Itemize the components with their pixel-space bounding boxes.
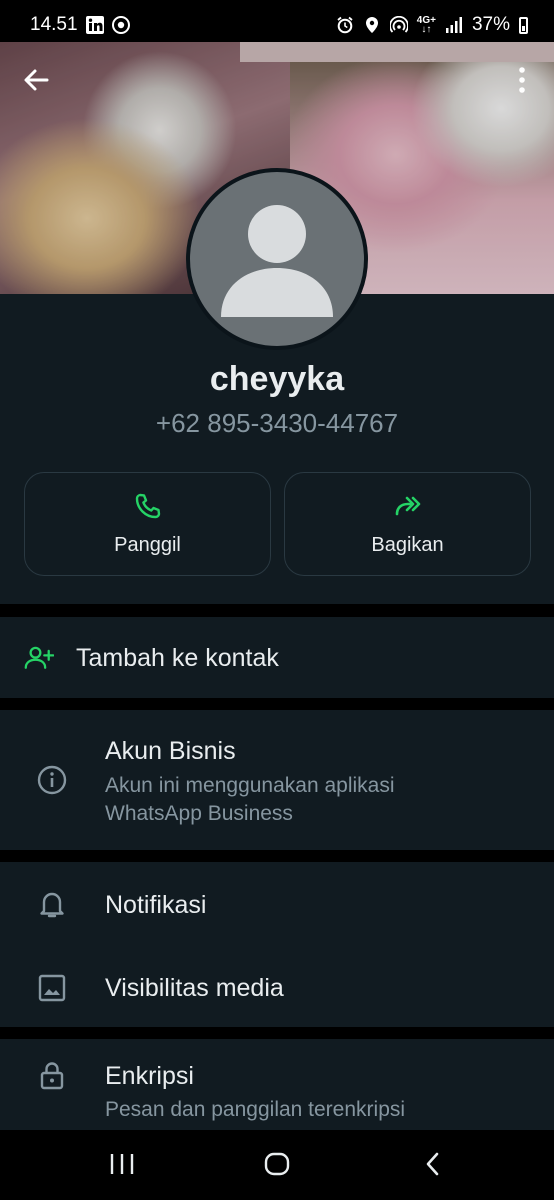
home-icon xyxy=(264,1152,290,1176)
home-button[interactable] xyxy=(252,1144,302,1184)
nav-back-button[interactable] xyxy=(408,1144,458,1184)
image-icon xyxy=(37,973,67,1003)
media-visibility-row[interactable]: Visibilitas media xyxy=(0,946,554,1027)
app-notification-icon xyxy=(111,16,130,34)
arrow-left-icon xyxy=(24,69,49,91)
encryption-row[interactable]: Enkripsi Pesan dan panggilan terenkripsi xyxy=(0,1039,554,1130)
network-type: 4G+ ↓↑ xyxy=(416,15,436,35)
contact-name: cheyyka xyxy=(209,360,345,398)
notifications-row[interactable]: Notifikasi xyxy=(0,862,554,946)
phone-icon xyxy=(135,493,160,518)
encryption-title: Enkripsi xyxy=(105,1062,194,1090)
share-button[interactable]: Bagikan xyxy=(284,472,531,576)
add-contact-row[interactable]: Tambah ke kontak xyxy=(0,617,554,698)
person-add-icon xyxy=(24,643,54,673)
chevron-left-icon xyxy=(426,1152,439,1176)
call-label: Panggil xyxy=(114,533,181,556)
battery-percent: 37% xyxy=(471,14,510,35)
hotspot-icon xyxy=(389,16,408,33)
alarm-icon xyxy=(337,16,353,34)
media-visibility-label: Visibilitas media xyxy=(105,974,284,1002)
business-title: Akun Bisnis xyxy=(105,737,236,765)
system-nav-bar xyxy=(0,1130,554,1200)
contact-phone: +62 895-3430-44767 xyxy=(155,408,399,438)
encryption-subtitle: Pesan dan panggilan terenkripsi xyxy=(105,1098,406,1121)
signal-icon xyxy=(445,17,462,33)
battery-icon xyxy=(519,16,528,34)
share-label: Bagikan xyxy=(371,533,444,556)
status-bar: 14.51 4G+ ↓↑ 37% xyxy=(0,0,554,42)
lock-icon xyxy=(37,1061,67,1091)
more-options-button[interactable] xyxy=(506,62,538,98)
linkedin-icon xyxy=(85,16,104,34)
bell-icon xyxy=(37,889,67,919)
status-time: 14.51 xyxy=(30,14,78,35)
share-forward-icon xyxy=(395,496,420,515)
recent-apps-icon xyxy=(110,1154,134,1174)
more-vertical-icon xyxy=(519,67,525,93)
location-icon xyxy=(365,17,378,33)
settings-section: Notifikasi Visibilitas media xyxy=(0,862,554,1027)
call-button[interactable]: Panggil xyxy=(24,472,271,576)
avatar[interactable] xyxy=(186,168,368,350)
business-account-section: Akun Bisnis Akun ini menggunakan aplikas… xyxy=(0,710,554,850)
add-contact-label: Tambah ke kontak xyxy=(76,644,279,672)
info-icon xyxy=(37,765,67,795)
recent-apps-button[interactable] xyxy=(97,1144,147,1184)
notifications-label: Notifikasi xyxy=(105,891,207,919)
back-button[interactable] xyxy=(18,62,54,98)
business-subtitle-line1: Akun ini menggunakan aplikasi xyxy=(105,774,395,797)
business-subtitle-line2: WhatsApp Business xyxy=(105,802,293,825)
default-avatar-icon xyxy=(221,205,333,317)
